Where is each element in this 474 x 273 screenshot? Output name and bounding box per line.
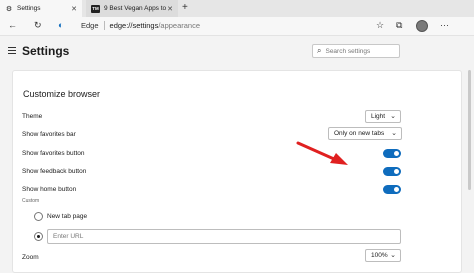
- annotation-arrow: [296, 141, 348, 165]
